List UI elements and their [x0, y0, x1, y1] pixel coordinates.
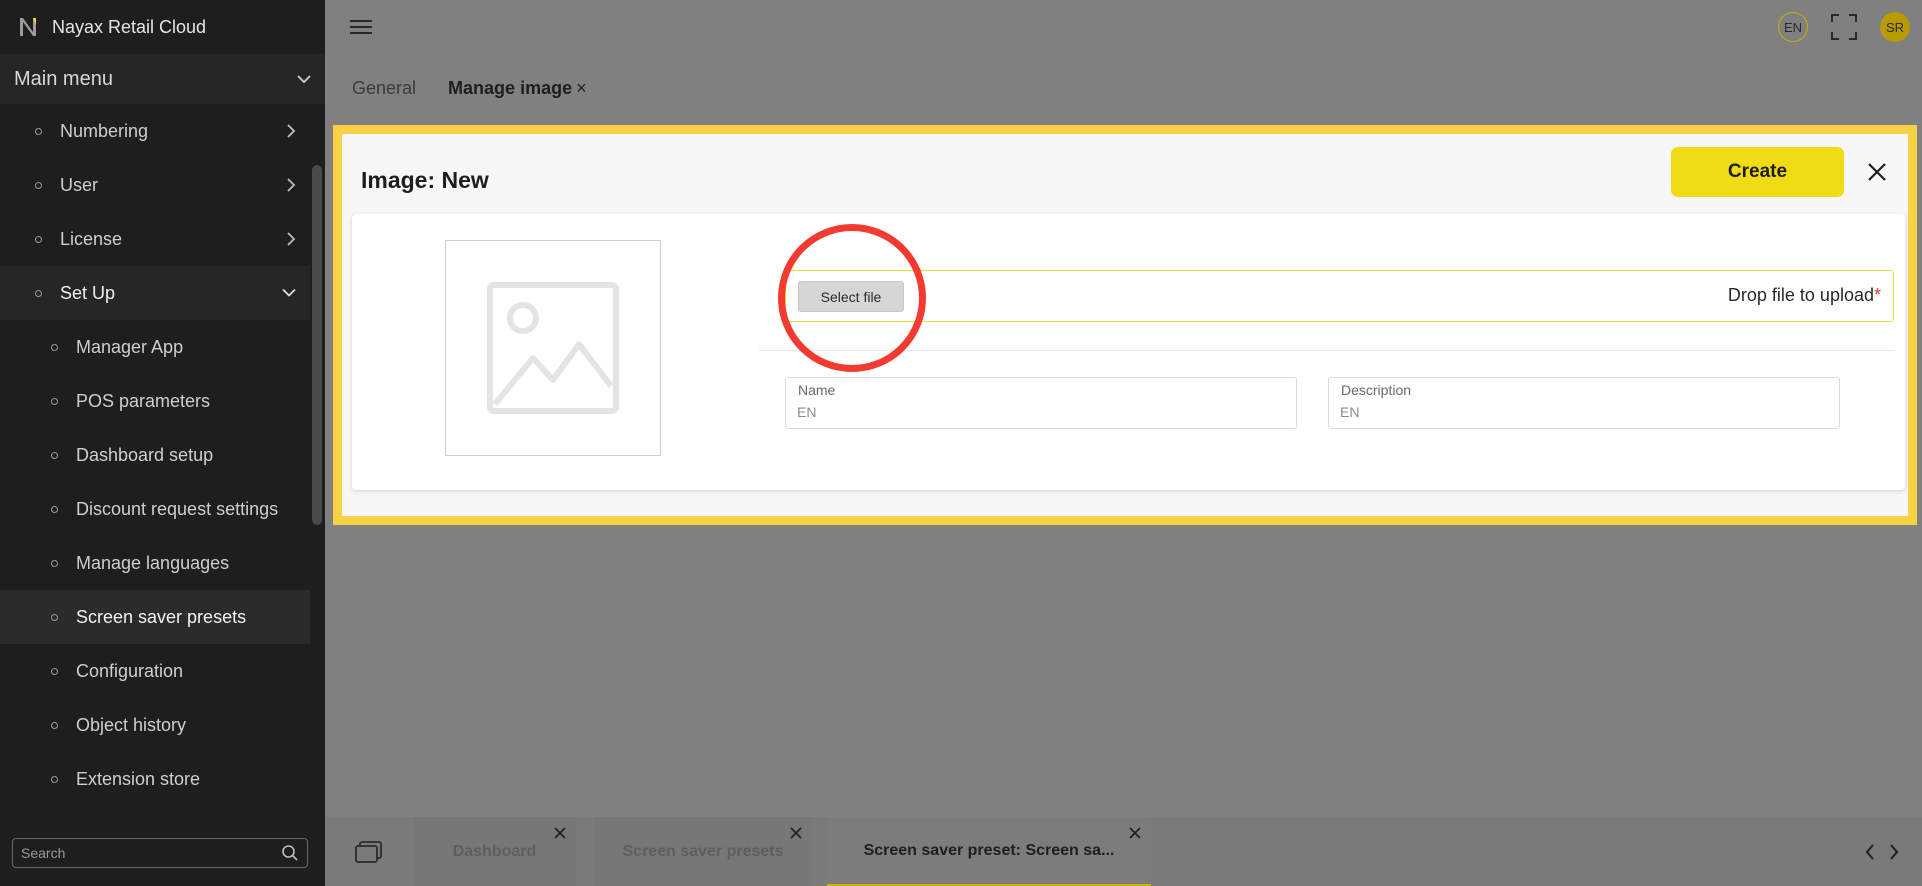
- name-input[interactable]: [797, 404, 1277, 420]
- tab-manage-image[interactable]: Manage image ×: [448, 78, 587, 99]
- sidebar-item-label: Dashboard setup: [76, 444, 214, 465]
- sidebar-item-label: Numbering: [60, 120, 149, 141]
- chevron-left-icon[interactable]: [1865, 843, 1875, 860]
- sidebar-item-extension-store[interactable]: Extension store: [0, 752, 310, 804]
- create-button[interactable]: Create: [1671, 147, 1844, 197]
- bottom-tab-label: Screen saver preset: Screen sa...: [863, 841, 1115, 859]
- name-field: Name: [785, 377, 1297, 429]
- sidebar-item-label: Object history: [76, 714, 187, 735]
- bullet-icon: [35, 181, 42, 189]
- page-tabs: General Manage image ×: [352, 78, 587, 99]
- windows-icon[interactable]: [355, 841, 383, 863]
- top-bar: EN SR: [325, 0, 1922, 54]
- sidebar-item-configuration[interactable]: Configuration: [0, 644, 310, 698]
- search-icon[interactable]: [281, 844, 299, 862]
- sidebar-item-manager-app[interactable]: Manager App: [0, 320, 310, 374]
- chevron-down-icon: [297, 74, 311, 83]
- drop-file-label: Drop file to upload*: [1727, 285, 1881, 305]
- close-icon[interactable]: [554, 827, 566, 839]
- chevron-right-icon: [287, 178, 296, 192]
- bullet-icon: [51, 397, 58, 405]
- chevron-down-icon: [282, 288, 296, 297]
- sidebar-item-label: Discount request settings: [76, 498, 279, 519]
- close-icon[interactable]: [1129, 827, 1141, 839]
- sidebar-item-label: Screen saver presets: [76, 606, 247, 627]
- bullet-icon: [51, 775, 58, 783]
- close-icon[interactable]: [1866, 161, 1888, 183]
- sidebar-item-label: Configuration: [76, 660, 184, 681]
- bottom-tab-label: Dashboard: [452, 842, 537, 860]
- sidebar-item-label: Extension store: [76, 768, 201, 789]
- sidebar-item-label: User: [60, 174, 99, 195]
- modal-title: Image: New: [361, 167, 489, 193]
- image-modal: Image: New Create Select file Drop file …: [342, 134, 1908, 516]
- bottom-tab-bar: Dashboard Screen saver presets Screen sa…: [325, 817, 1922, 886]
- bottom-tab-screen-saver-preset[interactable]: Screen saver preset: Screen sa...: [827, 817, 1151, 886]
- sidebar-item-manage-languages[interactable]: Manage languages: [0, 536, 310, 590]
- image-form-card: Select file Drop file to upload* Name De…: [352, 214, 1905, 490]
- select-file-button[interactable]: Select file: [798, 281, 904, 312]
- fullscreen-icon[interactable]: [1830, 13, 1858, 41]
- sidebar-scrollbar[interactable]: [312, 165, 322, 525]
- bottom-tab-label: Screen saver presets: [622, 842, 784, 860]
- bullet-icon: [51, 343, 58, 351]
- bullet-icon: [35, 289, 42, 297]
- avatar[interactable]: SR: [1880, 12, 1910, 42]
- bullet-icon: [51, 613, 58, 621]
- sidebar-search: [12, 838, 308, 868]
- bottom-tab-screen-saver-presets[interactable]: Screen saver presets: [594, 817, 812, 886]
- sidebar-item-discount-request-settings[interactable]: Discount request settings: [0, 482, 310, 536]
- sidebar-item-label: POS parameters: [76, 390, 211, 411]
- image-preview: [445, 240, 661, 456]
- description-input[interactable]: [1340, 404, 1820, 420]
- image-placeholder-icon: [487, 282, 619, 414]
- tab-general[interactable]: General: [352, 78, 416, 99]
- sidebar-item-screen-saver-presets[interactable]: Screen saver presets: [0, 590, 310, 644]
- brand: Nayax Retail Cloud: [0, 0, 325, 54]
- main-menu-label: Main menu: [14, 67, 113, 90]
- sidebar-item-pos-parameters[interactable]: POS parameters: [0, 374, 310, 428]
- chevron-right-icon: [287, 124, 296, 138]
- main-menu-toggle[interactable]: Main menu: [0, 54, 325, 104]
- description-field: Description: [1328, 377, 1840, 429]
- hamburger-icon[interactable]: [350, 20, 372, 36]
- bullet-icon: [51, 505, 58, 513]
- nayax-logo-icon: [20, 18, 36, 36]
- bullet-icon: [35, 235, 42, 243]
- modal-highlight-frame: Image: New Create Select file Drop file …: [333, 125, 1917, 525]
- name-label: Name: [798, 382, 836, 398]
- language-badge[interactable]: EN: [1778, 12, 1808, 42]
- sidebar-menu: Numbering User License Set Up Manager Ap…: [0, 104, 310, 804]
- sidebar-item-label: Set Up: [60, 282, 116, 303]
- sidebar-item-user[interactable]: User: [0, 158, 310, 212]
- bullet-icon: [51, 721, 58, 729]
- sidebar-item-license[interactable]: License: [0, 212, 310, 266]
- sidebar-item-label: Manager App: [76, 336, 184, 357]
- tab-navigation: [1842, 817, 1922, 886]
- chevron-right-icon: [287, 232, 296, 246]
- sidebar-item-label: Manage languages: [76, 552, 230, 573]
- bottom-tab-dashboard[interactable]: Dashboard: [413, 817, 576, 886]
- close-icon[interactable]: [790, 827, 802, 839]
- tab-label: Manage image: [448, 78, 573, 98]
- sidebar-item-numbering[interactable]: Numbering: [0, 104, 310, 158]
- sidebar-item-object-history[interactable]: Object history: [0, 698, 310, 752]
- top-right-actions: EN SR: [1778, 12, 1910, 42]
- sidebar-search-input[interactable]: [21, 845, 281, 861]
- sidebar-item-dashboard-setup[interactable]: Dashboard setup: [0, 428, 310, 482]
- description-label: Description: [1341, 382, 1412, 398]
- sidebar: Nayax Retail Cloud Main menu Numbering U…: [0, 0, 325, 886]
- sidebar-item-set-up[interactable]: Set Up: [0, 266, 310, 320]
- file-drop-zone[interactable]: Select file Drop file to upload*: [785, 270, 1894, 322]
- divider: [759, 350, 1894, 351]
- bullet-icon: [51, 667, 58, 675]
- sidebar-item-label: License: [60, 228, 123, 249]
- app-title: Nayax Retail Cloud: [52, 16, 207, 37]
- bullet-icon: [51, 559, 58, 567]
- required-marker: *: [1873, 285, 1881, 305]
- close-tab-icon[interactable]: ×: [576, 78, 587, 98]
- bullet-icon: [51, 451, 58, 459]
- bullet-icon: [35, 127, 42, 135]
- chevron-right-icon[interactable]: [1889, 843, 1899, 860]
